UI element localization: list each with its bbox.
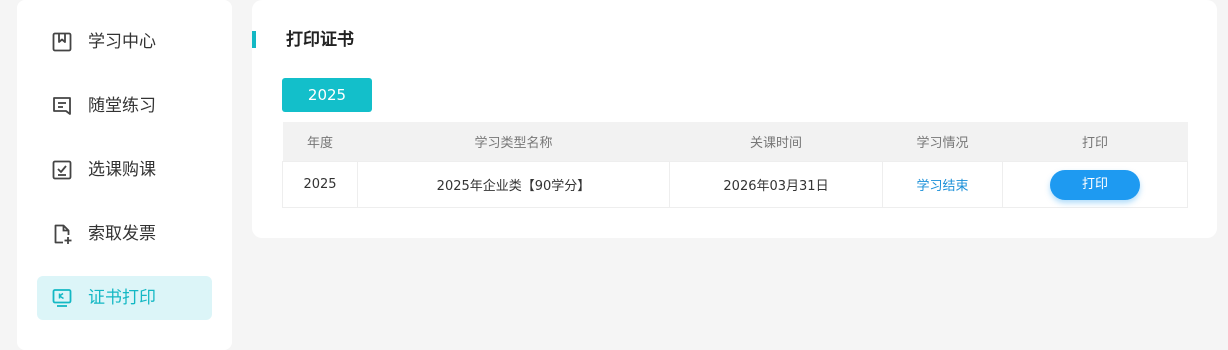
status-link[interactable]: 学习结束 (916, 179, 968, 194)
print-button[interactable]: 打印 (1050, 169, 1140, 200)
sidebar-item-practice[interactable]: 随堂练习 (37, 84, 212, 128)
sidebar-item-label: 选课购课 (88, 160, 156, 180)
checkbox-icon (51, 159, 73, 181)
table-row: 2025 2025年企业类【90学分】 2026年03月31日 学习结束 打印 (282, 161, 1188, 208)
sidebar-item-label: 学习中心 (88, 32, 156, 52)
monitor-icon (51, 287, 73, 309)
header-print: 打印 (1002, 122, 1188, 162)
header-type-name: 学习类型名称 (357, 122, 670, 162)
header-status: 学习情况 (882, 122, 1003, 162)
file-add-icon (51, 223, 73, 245)
sidebar-item-learning-center[interactable]: 学习中心 (37, 20, 212, 64)
message-icon (51, 95, 73, 117)
sidebar-item-label: 随堂练习 (88, 96, 156, 116)
year-tab[interactable]: 2025 (282, 78, 372, 112)
cell-close-time: 2026年03月31日 (669, 161, 883, 208)
certificate-table: 年度 学习类型名称 关课时间 学习情况 打印 2025 2025年企业类【90学… (282, 122, 1188, 208)
cell-year: 2025 (282, 161, 358, 208)
header-year: 年度 (282, 122, 358, 162)
bookmark-icon (51, 31, 73, 53)
sidebar: 学习中心 随堂练习 选课购课 索取发票 证书打印 (17, 0, 232, 350)
cell-type-name: 2025年企业类【90学分】 (357, 161, 670, 208)
certificate-panel: 打印证书 2025 年度 学习类型名称 关课时间 学习情况 打印 2025 20… (252, 0, 1217, 238)
header-close-time: 关课时间 (669, 122, 883, 162)
sidebar-item-course-purchase[interactable]: 选课购课 (37, 148, 212, 192)
sidebar-item-label: 证书打印 (88, 288, 156, 308)
cell-status: 学习结束 (882, 161, 1003, 208)
sidebar-item-invoice[interactable]: 索取发票 (37, 212, 212, 256)
title-accent-bar (252, 31, 256, 48)
sidebar-item-label: 索取发票 (88, 224, 156, 244)
page-title: 打印证书 (286, 30, 354, 50)
cell-print: 打印 (1002, 161, 1188, 208)
sidebar-item-certificate-print[interactable]: 证书打印 (37, 276, 212, 320)
table-header-row: 年度 学习类型名称 关课时间 学习情况 打印 (282, 122, 1188, 162)
